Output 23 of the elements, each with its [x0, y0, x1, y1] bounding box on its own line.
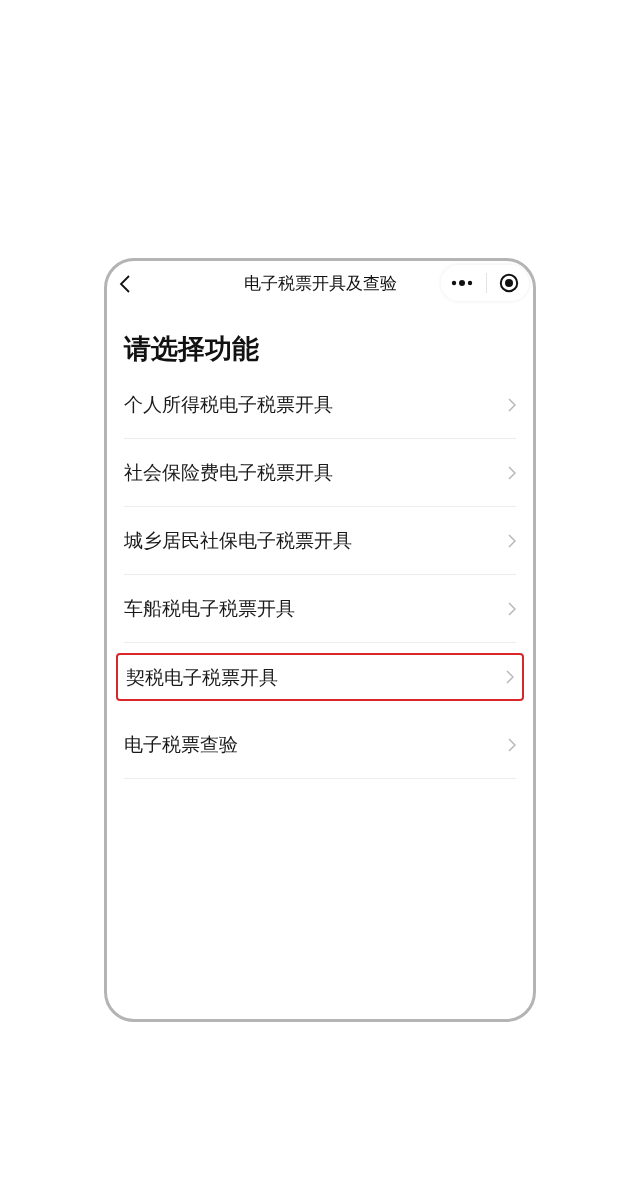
window-title: 电子税票开具及查验 — [243, 272, 397, 296]
menu-item[interactable]: 契税电子税票开具 — [116, 653, 524, 701]
menu-item[interactable]: 车船税电子税票开具 — [124, 575, 516, 643]
capsule-menu[interactable] — [441, 265, 529, 301]
chevron-right-icon — [506, 670, 514, 684]
item-label: 城乡居民社保电子税票开具 — [124, 528, 352, 554]
back-icon[interactable] — [119, 274, 131, 294]
item-label: 契税电子税票开具 — [126, 664, 278, 690]
page-heading: 请选择功能 — [124, 332, 260, 366]
item-label: 个人所得税电子税票开具 — [124, 392, 333, 418]
menu-item[interactable]: 电子税票查验 — [124, 711, 516, 779]
chevron-right-icon — [508, 737, 516, 752]
chevron-right-icon — [508, 533, 516, 548]
item-label: 车船税电子税票开具 — [124, 596, 295, 622]
chevron-right-icon — [508, 601, 516, 616]
chevron-right-icon — [508, 465, 516, 480]
chevron-right-icon — [508, 397, 516, 412]
menu-item[interactable]: 个人所得税电子税票开具 — [124, 371, 516, 439]
item-label: 社会保险费电子税票开具 — [124, 460, 333, 486]
more-icon[interactable] — [451, 279, 473, 287]
menu-item[interactable]: 城乡居民社保电子税票开具 — [124, 507, 516, 575]
item-label: 电子税票查验 — [124, 732, 238, 758]
menu-item[interactable]: 社会保险费电子税票开具 — [124, 439, 516, 507]
